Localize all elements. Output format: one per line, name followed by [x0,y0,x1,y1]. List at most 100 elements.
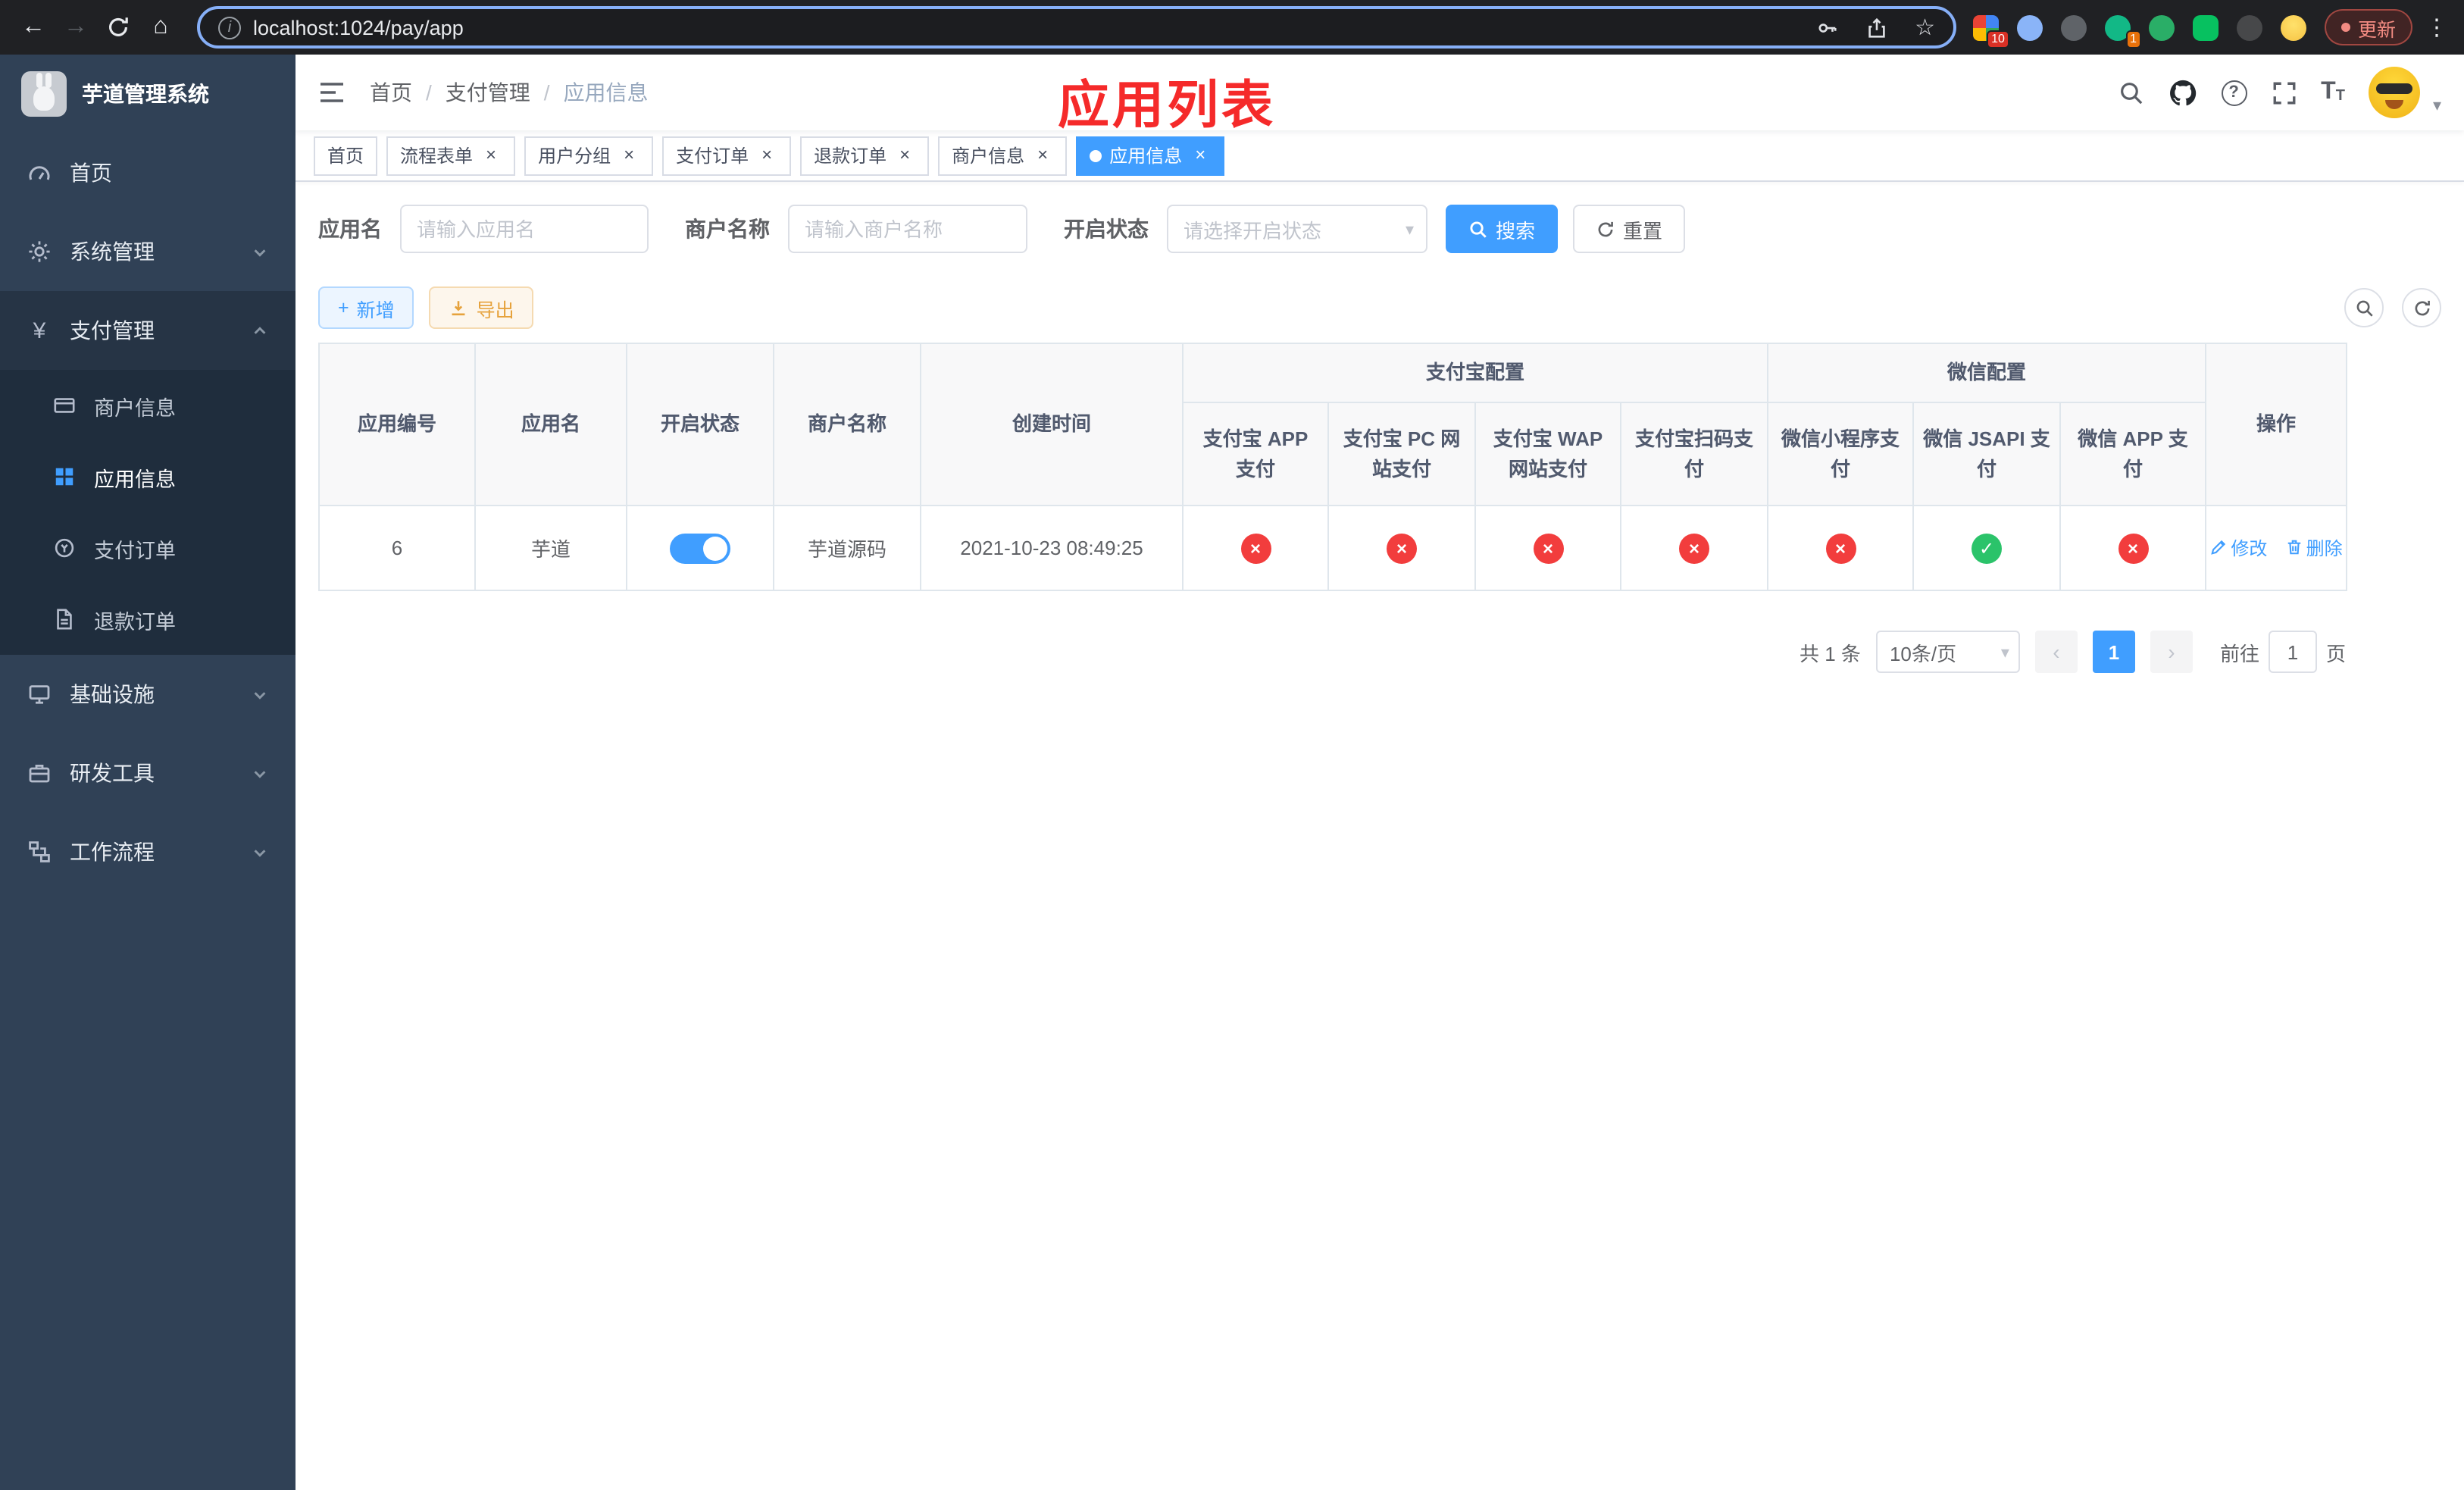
sidebar-item-payment[interactable]: ¥ 支付管理 [0,291,295,370]
annotation-title: 应用列表 [1058,77,1276,135]
toggle-search-button[interactable] [2344,288,2384,327]
status-toggle[interactable] [670,533,730,563]
extension-wechat-icon[interactable] [2191,12,2222,42]
col-wx-jsapi: 微信 JSAPI 支付 [1912,402,2062,506]
col-alipay-app: 支付宝 APP 支付 [1182,402,1329,506]
browser-menu-icon[interactable]: ⋮ [2422,14,2452,41]
address-bar[interactable]: i localhost:1024/pay/app ☆ [197,6,1956,49]
breadcrumb-payment[interactable]: 支付管理 [446,77,530,108]
browser-home-icon[interactable]: ⌂ [139,6,182,49]
chevron-down-icon: ▾ [1405,221,1414,239]
sidebar-item-devtools[interactable]: 研发工具 [0,734,295,812]
browser-forward-icon[interactable]: → [55,6,97,49]
page-size-select[interactable]: 10条/页 ▾ [1875,631,2020,673]
browser-back-icon[interactable]: ← [12,6,55,49]
close-icon[interactable]: × [1032,144,1053,166]
edit-link[interactable]: 修改 [2209,535,2267,561]
url-text[interactable]: localhost:1024/pay/app [253,16,1787,39]
close-icon[interactable]: × [894,144,915,166]
browser-toolbar: ← → ⌂ i localhost:1024/pay/app ☆ 10 1 更新… [0,0,2464,55]
close-icon[interactable]: × [1190,144,1211,166]
tab-pay-order[interactable]: 支付订单 × [662,136,792,175]
extension-grid-icon[interactable]: 10 [1972,12,2009,49]
cell-app-name: 芋道 [474,505,627,591]
cell-merchant: 芋道源码 [773,505,921,591]
goto-page-input[interactable] [2268,631,2317,673]
browser-update-button[interactable]: 更新 [2324,9,2412,45]
close-icon[interactable]: × [756,144,777,166]
add-button[interactable]: + 新增 [318,286,414,329]
tab-process-form[interactable]: 流程表单 × [386,136,516,175]
sidebar-item-workflow[interactable]: 工作流程 [0,812,295,891]
sidebar-item-app-info[interactable]: 应用信息 [0,441,295,512]
sidebar-toggle-icon[interactable] [318,80,346,105]
font-size-icon[interactable]: TT [2321,80,2345,105]
help-icon[interactable]: ? [2221,80,2247,105]
bookmark-star-icon[interactable]: ☆ [1915,14,1935,41]
close-icon[interactable]: × [618,144,639,166]
status-select[interactable]: 请选择开启状态 ▾ [1167,205,1427,253]
extension-teal-icon[interactable]: 1 [2103,12,2141,49]
col-wx-lite: 微信小程序支付 [1767,402,1915,506]
extension-blue-icon[interactable] [2015,12,2046,42]
page-size-value: 10条/页 [1889,642,1957,665]
col-app-id: 应用编号 [318,343,476,506]
table-row: 6 芋道 芋道源码 2021-10-23 08:49:25 × × × × × [318,505,2348,591]
screen: ← → ⌂ i localhost:1024/pay/app ☆ 10 1 更新… [0,0,2464,1490]
prev-page-button[interactable]: ‹ [2034,631,2078,673]
refresh-button[interactable] [2402,288,2441,327]
user-avatar[interactable] [2369,67,2421,118]
app-logo-row[interactable]: 芋道管理系统 [0,55,295,133]
tab-label: 商户信息 [952,146,1025,167]
sidebar-item-pay-order[interactable]: 支付订单 [0,512,295,584]
close-icon[interactable]: × [480,144,502,166]
share-icon[interactable] [1865,16,1887,39]
delete-link[interactable]: 删除 [2285,535,2343,561]
col-alipay-qr: 支付宝扫码支付 [1619,402,1769,506]
tab-refund-order[interactable]: 退款订单 × [800,136,930,175]
extension-pin-icon[interactable] [2235,12,2265,42]
pagination: 共 1 条 10条/页 ▾ ‹ 1 › 前往 页 [318,631,2346,673]
tab-user-group[interactable]: 用户分组 × [524,136,654,175]
sidebar-item-merchant-info[interactable]: 商户信息 [0,370,295,441]
tab-label: 用户分组 [538,146,611,167]
chevron-down-icon [252,243,268,260]
merchant-name-label: 商户名称 [685,217,770,241]
search-icon[interactable] [2118,80,2143,105]
tab-label: 流程表单 [400,146,474,167]
chevron-down-icon [252,686,268,703]
sidebar-item-home[interactable]: 首页 [0,133,295,212]
cell-create-time: 2021-10-23 08:49:25 [920,505,1184,591]
sidebar-item-system[interactable]: 系统管理 [0,212,295,291]
reset-button[interactable]: 重置 [1573,205,1686,253]
breadcrumb-current: 应用信息 [563,80,649,105]
tab-label: 支付订单 [676,146,749,167]
current-page-button[interactable]: 1 [2092,631,2135,673]
tab-home[interactable]: 首页 [314,136,378,175]
avatar-caret-icon[interactable]: ▾ [2433,95,2441,118]
sidebar-item-refund-order[interactable]: 退款订单 [0,584,295,655]
merchant-name-input[interactable] [788,205,1027,253]
app-table: 应用编号 应用名 开启状态 商户名称 创建时间 支付宝配置 微信配置 操作 支付… [318,343,2348,591]
search-button[interactable]: 搜索 [1446,205,1559,253]
gear-icon [27,239,52,264]
app-name-input[interactable] [400,205,649,253]
profile-avatar-icon[interactable] [2279,12,2309,42]
goto-prefix: 前往 [2219,642,2259,665]
next-page-button[interactable]: › [2150,631,2193,673]
github-icon[interactable] [2168,78,2197,107]
sidebar-item-infra[interactable]: 基础设施 [0,655,295,734]
bank-card-icon [52,393,76,418]
browser-reload-icon[interactable] [97,6,139,49]
tab-merchant-info[interactable]: 商户信息 × [938,136,1068,175]
sidebar: 芋道管理系统 首页 系统管理 ¥ 支付管理 商户信息 应用信息 支付订单 退款订… [0,55,295,1490]
password-key-icon[interactable] [1815,16,1837,39]
fullscreen-icon[interactable] [2271,80,2297,105]
export-button[interactable]: 导出 [429,286,534,329]
breadcrumb-home[interactable]: 首页 [370,77,412,108]
tab-app-info[interactable]: 应用信息 × [1076,136,1225,175]
extension-gray-icon[interactable] [2059,12,2090,42]
pagination-total: 共 1 条 [1800,642,1861,665]
extension-green-circle-icon[interactable] [2147,12,2178,42]
site-info-icon[interactable]: i [218,16,241,39]
